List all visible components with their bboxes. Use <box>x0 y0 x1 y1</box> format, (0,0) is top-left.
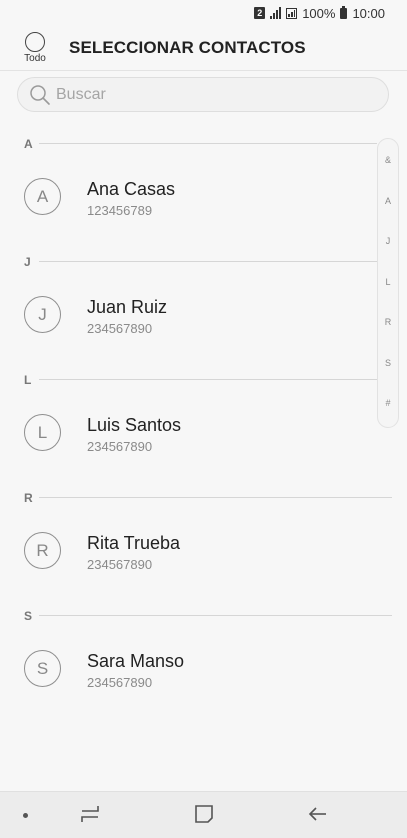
search-icon <box>30 84 50 105</box>
battery-percent: 100% <box>302 5 336 21</box>
contact-item[interactable]: L Luis Santos 234567890 <box>0 393 407 485</box>
section-divider <box>39 261 377 262</box>
alphabet-index-bar[interactable]: & A J L R S # <box>377 138 399 428</box>
contact-phone: 234567890 <box>87 557 153 572</box>
contact-phone: 123456789 <box>87 203 153 218</box>
contact-name: Ana Casas <box>87 179 176 199</box>
signal-icon <box>270 7 282 19</box>
section-header-s: S <box>0 603 407 629</box>
section-header-r: R <box>0 485 407 511</box>
section-letter: A <box>24 137 33 151</box>
contact-list: A A Ana Casas 123456789 J J Juan Ruiz 23… <box>0 131 407 721</box>
index-item-hash[interactable]: # <box>378 398 398 408</box>
index-item-j[interactable]: J <box>378 236 398 246</box>
contact-name: Sara Manso <box>87 651 185 671</box>
contact-phone: 234567890 <box>87 439 153 454</box>
contact-item[interactable]: J Juan Ruiz 234567890 <box>0 275 407 367</box>
index-item-l[interactable]: L <box>378 277 398 287</box>
section-header-a: A <box>0 131 407 157</box>
section-divider <box>39 615 392 616</box>
page-title: SELECCIONAR CONTACTOS <box>69 38 306 57</box>
search-input[interactable] <box>54 84 358 105</box>
home-icon[interactable] <box>192 802 216 826</box>
contact-phone: 234567890 <box>87 321 153 336</box>
contact-item[interactable]: A Ana Casas 123456789 <box>0 157 407 249</box>
avatar: R <box>24 532 61 569</box>
section-letter: S <box>24 609 33 623</box>
select-all-label: Todo <box>24 53 46 64</box>
sim-badge: 2 <box>254 7 266 19</box>
dot-icon[interactable] <box>23 813 28 818</box>
section-letter: J <box>24 255 31 269</box>
clock: 10:00 <box>352 5 385 21</box>
index-item-r[interactable]: R <box>378 317 398 327</box>
avatar: J <box>24 296 61 333</box>
section-header-j: J <box>0 249 407 275</box>
navigation-bar <box>0 791 407 838</box>
index-item-amp[interactable]: & <box>378 155 398 165</box>
battery-icon <box>340 5 348 19</box>
signal-strength-icon <box>286 7 298 19</box>
index-item-a[interactable]: A <box>378 196 398 206</box>
section-letter: R <box>24 491 33 505</box>
contact-name: Rita Trueba <box>87 533 181 553</box>
avatar: L <box>24 414 61 451</box>
index-item-s[interactable]: S <box>378 358 398 368</box>
recent-apps-icon[interactable] <box>78 802 102 826</box>
contact-item[interactable]: S Sara Manso 234567890 <box>0 629 407 721</box>
section-letter: L <box>24 373 32 387</box>
contact-name: Luis Santos <box>87 415 182 435</box>
section-divider <box>39 497 392 498</box>
section-divider <box>39 143 377 144</box>
select-all-toggle[interactable]: Todo <box>21 32 49 64</box>
contact-item[interactable]: R Rita Trueba 234567890 <box>0 511 407 603</box>
status-bar: 2 100% 10:00 <box>0 0 407 26</box>
back-icon[interactable] <box>306 802 330 826</box>
select-all-checkbox[interactable] <box>25 32 45 52</box>
search-bar[interactable] <box>17 77 389 112</box>
avatar: S <box>24 650 61 687</box>
app-header: Todo SELECCIONAR CONTACTOS <box>0 26 407 71</box>
section-header-l: L <box>0 367 407 393</box>
section-divider <box>39 379 377 380</box>
contact-phone: 234567890 <box>87 675 153 690</box>
contact-name: Juan Ruiz <box>87 297 168 317</box>
avatar: A <box>24 178 61 215</box>
